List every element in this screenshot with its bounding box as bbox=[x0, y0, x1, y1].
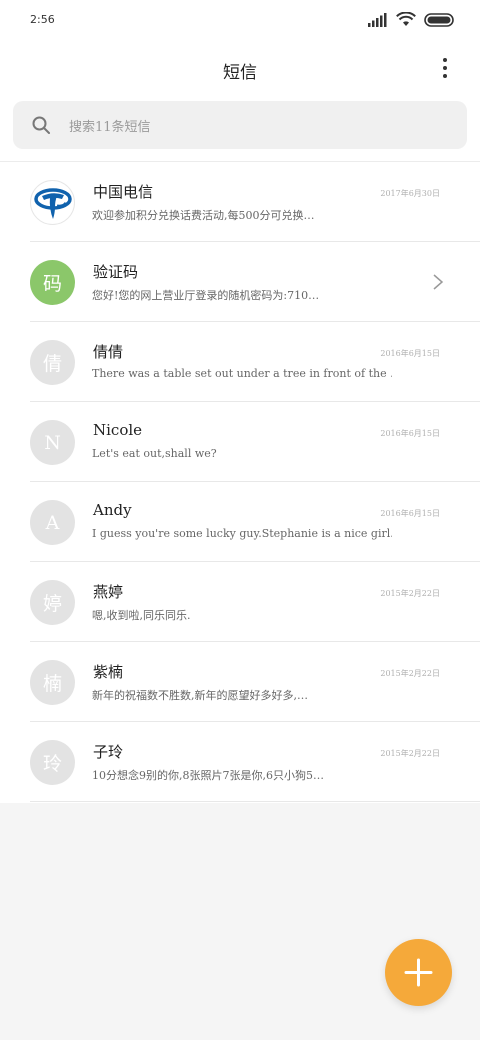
message-preview: There was a table set out under a tree i… bbox=[92, 367, 392, 380]
message-preview: 新年的祝福数不胜数,新年的愿望好多好多,… bbox=[92, 689, 308, 702]
conversation-item[interactable]: A Andy 2016年6月15日 I guess you're some lu… bbox=[0, 482, 480, 562]
conversation-item[interactable]: 中国电信 2017年6月30日 欢迎参加积分兑换话费活动,每500分可兑换… bbox=[0, 162, 480, 242]
message-preview: Let's eat out,shall we? bbox=[92, 447, 217, 460]
contact-name: 燕婷 bbox=[93, 583, 124, 601]
more-vertical-icon[interactable] bbox=[436, 54, 454, 82]
avatar: 码 bbox=[30, 260, 75, 305]
contact-name: Nicole bbox=[93, 421, 143, 439]
divider bbox=[30, 801, 480, 802]
search-placeholder: 搜索11条短信 bbox=[69, 120, 151, 135]
contact-name: 倩倩 bbox=[93, 343, 124, 361]
conversation-item[interactable]: 码 验证码 您好!您的网上营业厅登录的随机密码为:710… bbox=[0, 242, 480, 322]
message-date: 2016年6月15日 bbox=[380, 509, 440, 518]
message-preview: 嗯,收到啦,同乐同乐. bbox=[92, 609, 191, 622]
avatar: A bbox=[30, 500, 75, 545]
search-icon bbox=[32, 116, 50, 134]
message-date: 2015年2月22日 bbox=[380, 669, 440, 678]
new-message-button[interactable] bbox=[385, 939, 452, 1006]
main-panel: 2:56 短信 搜索11条短信 中国电信 2017年6月30日 欢迎参加积分兑换… bbox=[0, 0, 480, 803]
battery-icon bbox=[424, 12, 454, 27]
message-preview: 您好!您的网上营业厅登录的随机密码为:710… bbox=[92, 289, 320, 302]
conversation-item[interactable]: N Nicole 2016年6月15日 Let's eat out,shall … bbox=[0, 402, 480, 482]
message-preview: 10分想念9别的你,8张照片7张是你,6只小狗5… bbox=[92, 769, 324, 782]
message-preview: 欢迎参加积分兑换话费活动,每500分可兑换… bbox=[92, 209, 315, 222]
search-input[interactable]: 搜索11条短信 bbox=[13, 101, 467, 149]
conversation-item[interactable]: 倩 倩倩 2016年6月15日 There was a table set ou… bbox=[0, 322, 480, 402]
page-title: 短信 bbox=[223, 63, 257, 83]
message-date: 2016年6月15日 bbox=[380, 349, 440, 358]
contact-name: 子玲 bbox=[93, 743, 124, 761]
avatar: N bbox=[30, 420, 75, 465]
signal-icon bbox=[368, 12, 387, 27]
message-date: 2016年6月15日 bbox=[380, 429, 440, 438]
message-preview: I guess you're some lucky guy.Stephanie … bbox=[92, 527, 392, 540]
conversation-list: 中国电信 2017年6月30日 欢迎参加积分兑换话费活动,每500分可兑换… 码… bbox=[0, 162, 480, 802]
message-date: 2017年6月30日 bbox=[380, 189, 440, 198]
conversation-item[interactable]: 婷 燕婷 2015年2月22日 嗯,收到啦,同乐同乐. bbox=[0, 562, 480, 642]
conversation-item[interactable]: 楠 紫楠 2015年2月22日 新年的祝福数不胜数,新年的愿望好多好多,… bbox=[0, 642, 480, 722]
avatar: 婷 bbox=[30, 580, 75, 625]
message-date: 2015年2月22日 bbox=[380, 589, 440, 598]
telecom-logo-icon bbox=[33, 187, 72, 219]
plus-icon bbox=[404, 958, 433, 987]
status-time: 2:56 bbox=[30, 13, 55, 26]
contact-name: 验证码 bbox=[93, 263, 139, 281]
status-icons bbox=[368, 12, 454, 27]
avatar: 楠 bbox=[30, 660, 75, 705]
contact-name: 紫楠 bbox=[93, 663, 124, 681]
china-telecom-logo bbox=[30, 180, 75, 225]
contact-name: Andy bbox=[93, 501, 132, 519]
message-date: 2015年2月22日 bbox=[380, 749, 440, 758]
wifi-icon bbox=[396, 12, 416, 26]
status-bar: 2:56 bbox=[0, 0, 480, 40]
chevron-right-icon[interactable] bbox=[432, 273, 444, 291]
contact-name: 中国电信 bbox=[93, 183, 154, 201]
conversation-item[interactable]: 玲 子玲 2015年2月22日 10分想念9别的你,8张照片7张是你,6只小狗5… bbox=[0, 722, 480, 802]
avatar: 玲 bbox=[30, 740, 75, 785]
avatar: 倩 bbox=[30, 340, 75, 385]
app-header: 短信 bbox=[0, 40, 480, 96]
